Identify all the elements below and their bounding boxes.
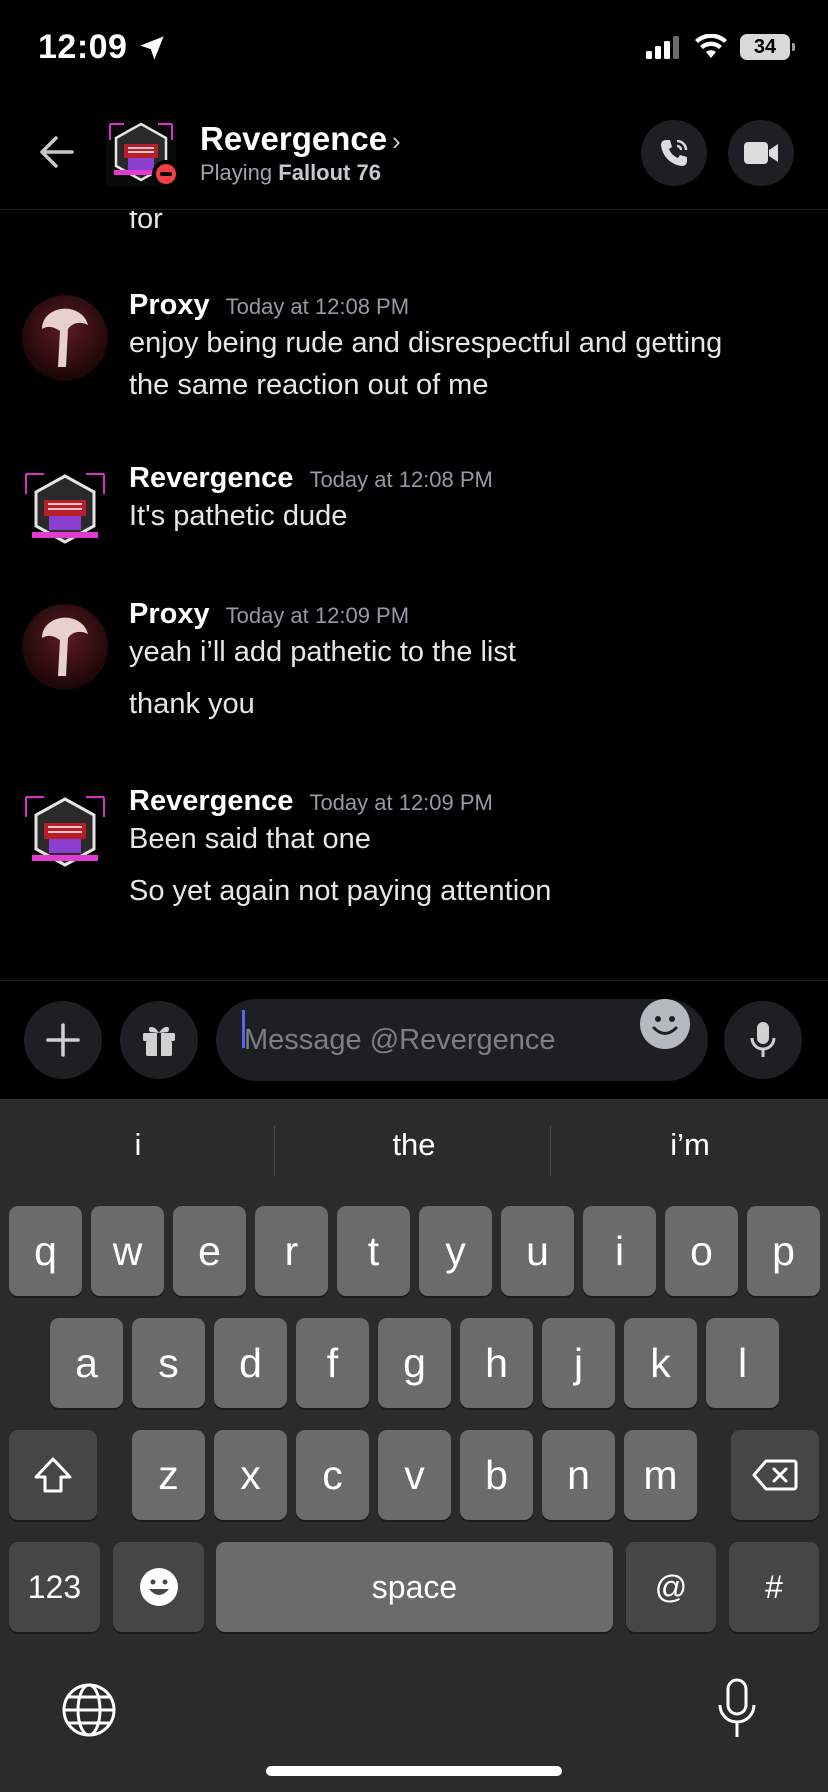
backspace-key[interactable] [731,1430,819,1520]
message-text: enjoy being rude and disrespectful and g… [129,327,723,359]
suggestion-divider [274,1126,275,1176]
do-not-disturb-status-icon [152,160,180,188]
message-timestamp: Today at 12:09 PM [309,790,493,815]
status-time: 12:09 [38,28,128,66]
message-timestamp: Today at 12:09 PM [225,603,410,628]
activity-prefix: Playing [200,160,273,185]
ios-keyboard: i the i’m q w e r t y u i o p a s d f g … [0,1099,828,1792]
message-composer [0,981,828,1099]
wifi-icon [695,34,727,58]
proxy-avatar[interactable] [22,295,108,381]
dm-header: Revergence › Playing Fallout 76 [0,100,828,210]
key-h[interactable]: h [460,1318,533,1408]
home-indicator[interactable] [266,1766,562,1776]
key-p[interactable]: p [747,1206,820,1296]
message-text: yeah i’ll add pathetic to the list [129,636,516,668]
cellular-signal-icon [646,36,679,59]
video-call-button[interactable] [728,120,794,186]
at-key[interactable]: @ [626,1542,716,1632]
message-author[interactable]: Proxy Today at 12:09 PM [129,598,409,631]
status-bar: 12:09 34 [0,0,828,100]
voice-call-button[interactable] [641,120,707,186]
phone-call-icon [661,139,688,166]
revergence-avatar[interactable] [22,468,108,554]
emoji-key[interactable] [113,1542,204,1632]
message-text: Been said that one [129,823,371,855]
suggestion-3[interactable]: i’m [552,1127,828,1163]
predictive-text-bar: i the i’m [0,1099,828,1203]
suggestion-1[interactable]: i [0,1127,276,1163]
message-text-partial: for [129,211,163,235]
key-c[interactable]: c [296,1430,369,1520]
key-x[interactable]: x [214,1430,287,1520]
emoji-picker-icon[interactable] [640,999,690,1049]
battery-indicator: 34 [740,34,795,60]
message-text: It's pathetic dude [129,500,348,532]
key-f[interactable]: f [296,1318,369,1408]
space-key[interactable]: space [216,1542,613,1632]
gift-icon [143,1026,175,1056]
message-text: the same reaction out of me [129,369,489,401]
key-v[interactable]: v [378,1430,451,1520]
text-caret [242,1010,245,1048]
key-i[interactable]: i [583,1206,656,1296]
back-arrow-icon[interactable] [34,130,78,174]
dictation-microphone-icon[interactable] [714,1677,760,1741]
shift-key[interactable] [9,1430,97,1520]
status-indicators: 34 [646,34,795,60]
key-g[interactable]: g [378,1318,451,1408]
message-text: So yet again not paying attention [129,875,552,907]
message-list[interactable]: for Proxy Today at 12:08 PM enjoy being r… [0,211,828,981]
key-z[interactable]: z [132,1430,205,1520]
suggestion-2[interactable]: the [276,1127,552,1163]
backspace-icon [752,1459,798,1491]
message-author[interactable]: Revergence Today at 12:09 PM [129,785,493,818]
location-arrow-icon [140,36,164,60]
key-n[interactable]: n [542,1430,615,1520]
key-q[interactable]: q [9,1206,82,1296]
message-timestamp: Today at 12:08 PM [225,294,410,319]
video-camera-icon [744,142,778,164]
key-a[interactable]: a [50,1318,123,1408]
key-t[interactable]: t [337,1206,410,1296]
numbers-key[interactable]: 123 [9,1542,100,1632]
revergence-avatar[interactable] [22,791,108,877]
header-username[interactable]: Revergence [200,120,387,158]
key-l[interactable]: l [706,1318,779,1408]
message-author[interactable]: Proxy Today at 12:08 PM [129,289,409,322]
key-o[interactable]: o [665,1206,738,1296]
shift-arrow-icon [34,1457,72,1493]
message-input[interactable] [216,999,708,1081]
key-u[interactable]: u [501,1206,574,1296]
hash-key[interactable]: # [729,1542,819,1632]
key-y[interactable]: y [419,1206,492,1296]
message-timestamp: Today at 12:08 PM [309,467,493,492]
add-attachment-button[interactable] [24,1001,102,1079]
gift-button[interactable] [120,1001,198,1079]
key-r[interactable]: r [255,1206,328,1296]
message-text: thank you [129,688,255,720]
key-d[interactable]: d [214,1318,287,1408]
key-m[interactable]: m [624,1430,697,1520]
header-activity: Playing Fallout 76 [200,160,381,186]
chevron-right-icon[interactable]: › [392,126,401,157]
microphone-icon [750,1022,776,1057]
activity-game: Fallout 76 [278,160,381,185]
key-e[interactable]: e [173,1206,246,1296]
message-author[interactable]: Revergence Today at 12:08 PM [129,462,493,495]
globe-icon[interactable] [60,1681,118,1739]
voice-message-button[interactable] [724,1001,802,1079]
suggestion-divider [550,1126,551,1176]
key-b[interactable]: b [460,1430,533,1520]
plus-icon [46,1023,80,1057]
key-j[interactable]: j [542,1318,615,1408]
key-w[interactable]: w [91,1206,164,1296]
proxy-avatar[interactable] [22,604,108,690]
key-s[interactable]: s [132,1318,205,1408]
emoji-face-icon [139,1568,178,1606]
key-k[interactable]: k [624,1318,697,1408]
